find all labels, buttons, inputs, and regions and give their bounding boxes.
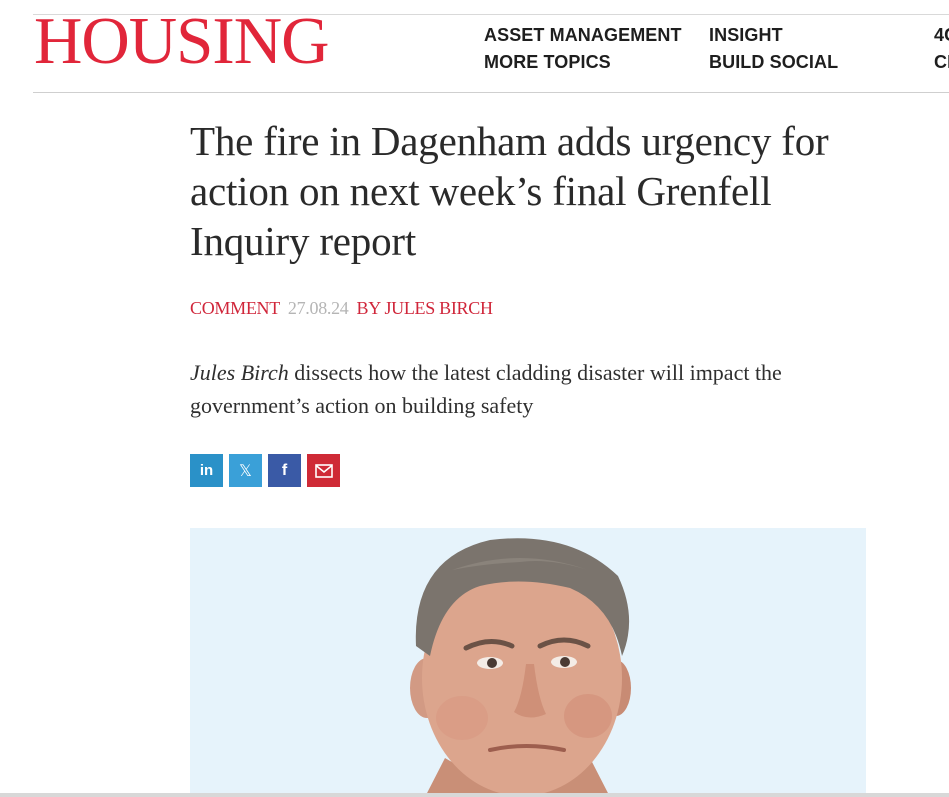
publish-date: 27.08.24	[287, 298, 349, 318]
share-x-button[interactable]: 𝕏	[229, 454, 262, 487]
standfirst-author: Jules Birch	[190, 360, 289, 385]
nav-item-build-social[interactable]: BUILD SOCIAL	[709, 52, 838, 73]
nav-item-4c-truncated[interactable]: 4C	[934, 25, 949, 46]
facebook-icon: f	[281, 461, 288, 479]
x-twitter-icon: 𝕏	[239, 462, 252, 480]
share-linkedin-button[interactable]: in	[190, 454, 223, 487]
email-icon	[314, 463, 333, 478]
article-standfirst: Jules Birch dissects how the latest clad…	[190, 356, 870, 422]
author-byline-link[interactable]: BY JULES BIRCH	[357, 298, 493, 318]
nav-item-more-topics[interactable]: MORE TOPICS	[484, 52, 611, 73]
nav-item-insight[interactable]: INSIGHT	[709, 25, 783, 46]
share-facebook-button[interactable]: f	[268, 454, 301, 487]
header-divider	[33, 92, 949, 93]
linkedin-icon: in	[199, 462, 214, 479]
nav-item-asset-management[interactable]: ASSET MANAGEMENT	[484, 25, 682, 46]
share-email-button[interactable]	[307, 454, 340, 487]
share-buttons: in 𝕏 f	[190, 454, 340, 487]
article-meta: COMMENT 27.08.24 BY JULES BIRCH	[190, 298, 493, 319]
article-headline: The fire in Dagenham adds urgency for ac…	[190, 118, 829, 264]
article-hero-image	[190, 528, 866, 797]
horizontal-scrollbar[interactable]	[0, 793, 949, 797]
site-logo[interactable]: HOUSING	[34, 8, 329, 75]
author-portrait-image	[410, 538, 631, 797]
category-link[interactable]: COMMENT	[190, 298, 280, 318]
nav-item-ci-truncated[interactable]: CI	[934, 52, 949, 73]
